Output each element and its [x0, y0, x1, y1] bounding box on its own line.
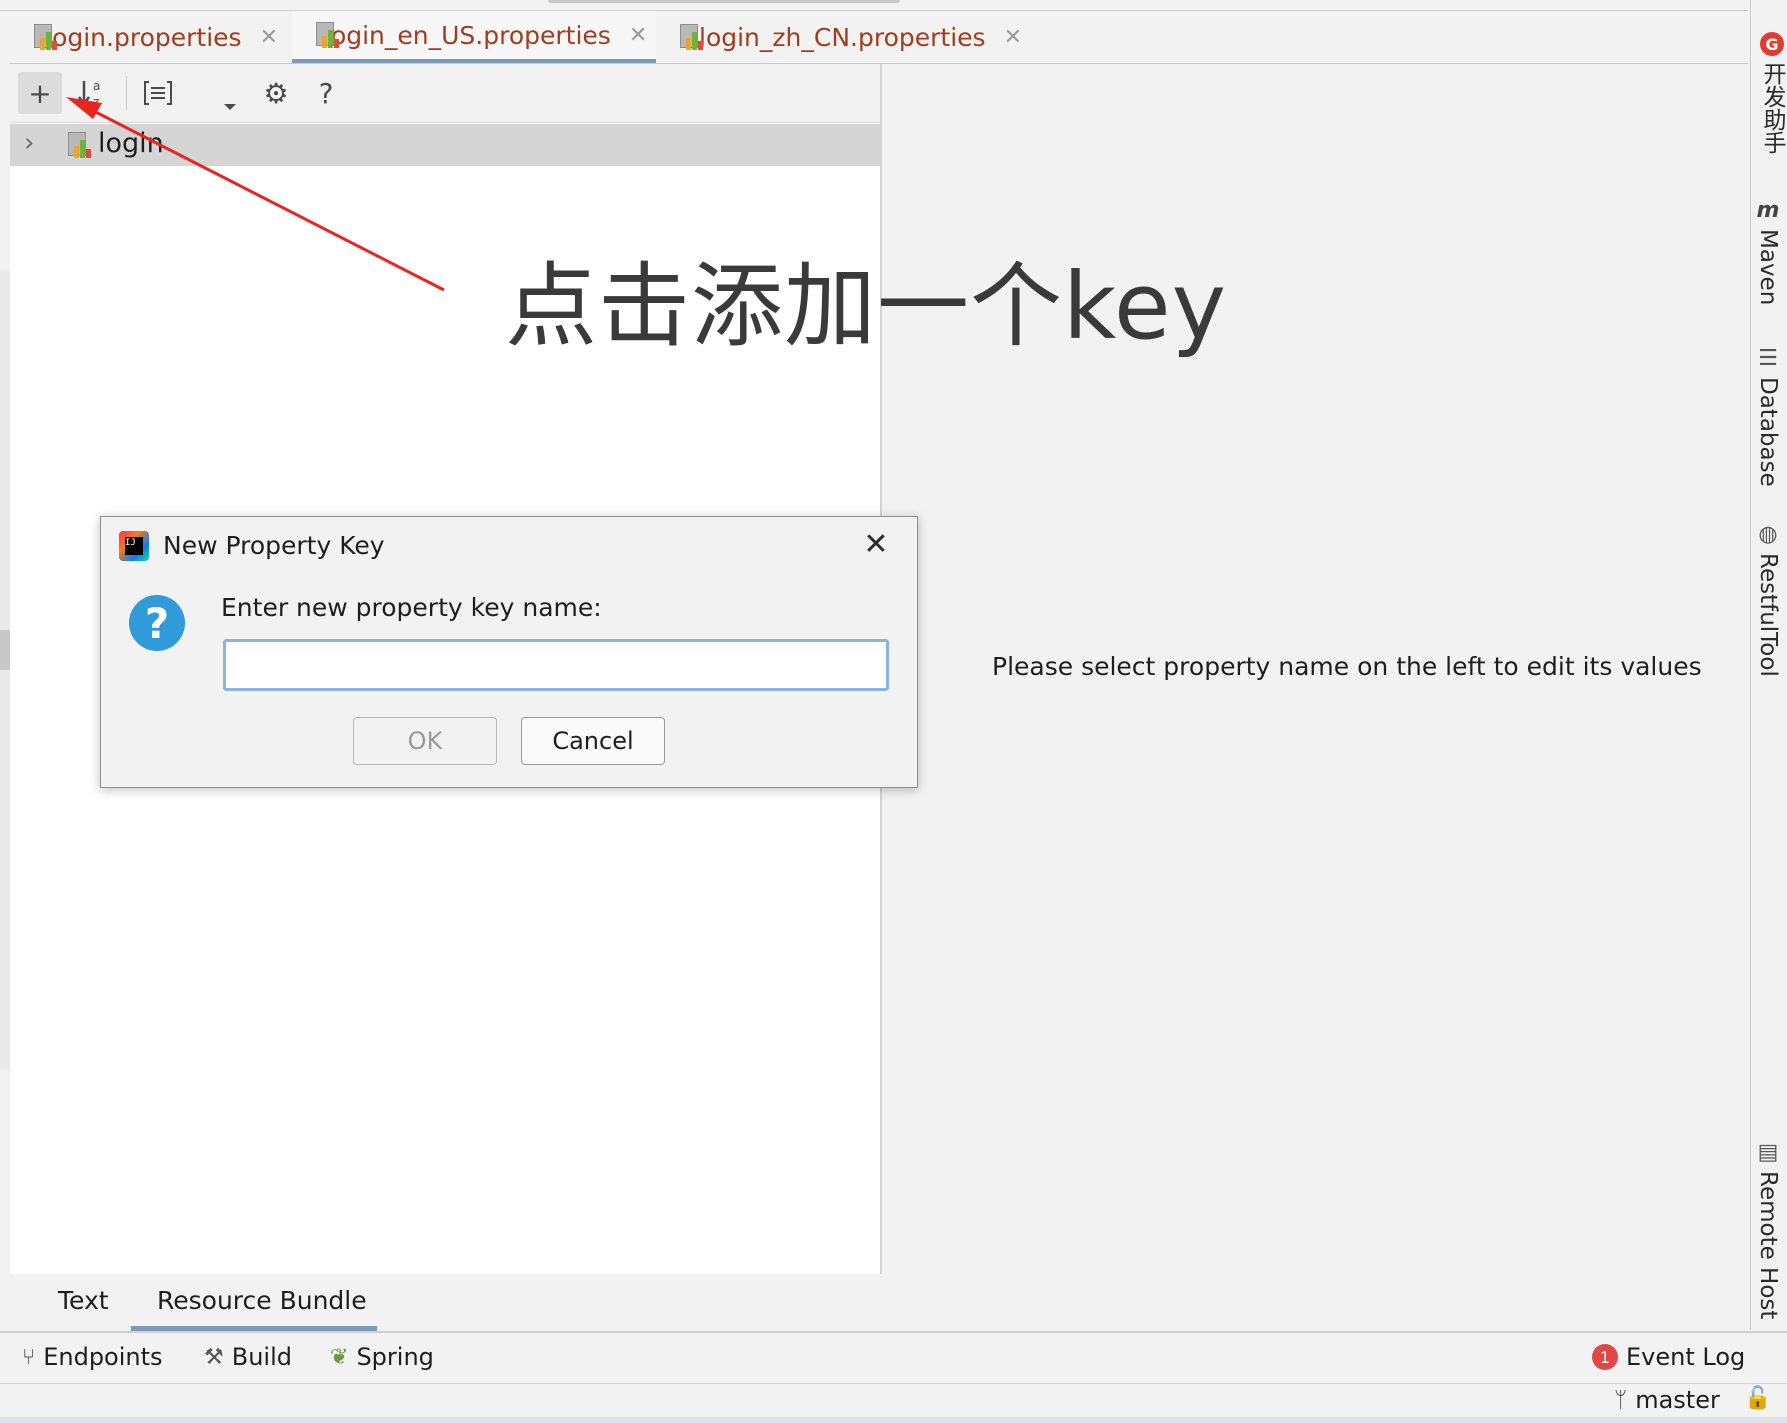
- sidebar-remote-host[interactable]: ▤ Remote Host: [1755, 1140, 1781, 1319]
- scrollbar-indicator: [548, 0, 900, 3]
- tool-window-bar: ⑂ Endpoints ⚒ Build ❦ Spring 1 Event Log: [0, 1333, 1787, 1384]
- sidebar-label: Remote Host: [1755, 1171, 1781, 1320]
- left-gutter: [0, 270, 10, 1070]
- sidebar-database[interactable]: ☰ Database: [1755, 346, 1781, 487]
- sidebar-label: 开发助手: [1759, 62, 1785, 154]
- tool-label: Spring: [356, 1343, 434, 1371]
- tab-label: login_en_US.properties: [324, 20, 611, 50]
- sidebar-label: RestfulTool: [1755, 553, 1781, 677]
- add-property-button[interactable]: +: [18, 72, 62, 114]
- branch-name: master: [1635, 1386, 1720, 1414]
- close-dialog-button[interactable]: ✕: [853, 523, 899, 565]
- tab-label: login.properties: [45, 22, 242, 52]
- sidebar-restfultool[interactable]: ◍ RestfulTool: [1755, 522, 1781, 677]
- tab-resource-bundle[interactable]: Resource Bundle: [157, 1286, 367, 1315]
- remote-host-icon: ▤: [1757, 1140, 1779, 1165]
- resource-bundle-icon: [66, 132, 92, 158]
- window-top-strip: [0, 0, 1748, 11]
- lock-toggle[interactable]: 🔓: [1744, 1386, 1771, 1411]
- sidebar-label: Database: [1755, 377, 1781, 487]
- ok-button[interactable]: OK: [353, 717, 497, 765]
- event-count-badge: 1: [1592, 1344, 1618, 1370]
- build-tool-button[interactable]: ⚒ Build: [204, 1343, 292, 1371]
- git-branch-widget[interactable]: ᛘ master: [1614, 1386, 1720, 1414]
- cancel-button[interactable]: Cancel: [521, 717, 665, 765]
- dropdown-arrow-button[interactable]: [208, 72, 252, 114]
- git-branch-icon: ᛘ: [1614, 1387, 1628, 1413]
- gear-icon: ⚙: [263, 76, 289, 110]
- close-icon: ✕: [863, 526, 889, 562]
- spring-tool-button[interactable]: ❦ Spring: [330, 1343, 434, 1371]
- tab-login-en-us-properties[interactable]: login_en_US.properties ✕: [292, 11, 656, 63]
- maven-icon: m: [1756, 198, 1780, 223]
- tab-login-zh-cn-properties[interactable]: login_zh_CN.properties ✕: [656, 11, 1036, 63]
- endpoints-tool-button[interactable]: ⑂ Endpoints: [22, 1343, 163, 1371]
- tool-label: Event Log: [1626, 1343, 1746, 1371]
- gutter-thumb[interactable]: [0, 630, 10, 670]
- database-icon: ☰: [1758, 346, 1778, 371]
- hammer-icon: ⚒: [204, 1344, 224, 1370]
- sort-alphabetically-button[interactable]: a z: [70, 72, 114, 114]
- sidebar-developer-assistant[interactable]: G 开发助手: [1755, 32, 1787, 154]
- editor-tab-bar: login.properties ✕ login_en_US.propertie…: [10, 11, 1748, 64]
- svg-text:z: z: [93, 95, 99, 109]
- sidebar-maven[interactable]: m Maven: [1755, 198, 1781, 305]
- expand-chevron-icon[interactable]: ›: [24, 128, 34, 158]
- endpoints-icon: ⑂: [22, 1344, 36, 1370]
- property-key-input[interactable]: [223, 639, 889, 691]
- developer-assistant-icon: G: [1760, 32, 1784, 56]
- help-button[interactable]: ?: [304, 72, 348, 114]
- svg-text:a: a: [93, 79, 100, 93]
- status-bar-bottom-edge: [0, 1417, 1787, 1423]
- spring-leaf-icon: ❦: [330, 1344, 349, 1370]
- question-icon: ?: [129, 595, 185, 651]
- group-by-prefix-button[interactable]: [136, 72, 180, 114]
- dialog-prompt: Enter new property key name:: [221, 593, 602, 622]
- new-property-key-dialog: IJ New Property Key ✕ ? Enter new proper…: [100, 516, 918, 788]
- status-bar: ᛘ master 🔓: [0, 1384, 1787, 1423]
- bundle-toolbar: + a z ⚙ ?: [10, 64, 880, 123]
- tree-row-login[interactable]: › login: [10, 124, 880, 166]
- sidebar-label: Maven: [1755, 229, 1781, 306]
- globe-icon: ◍: [1758, 522, 1778, 547]
- close-tab-icon[interactable]: ✕: [1004, 25, 1022, 50]
- properties-file-icon: [678, 24, 703, 50]
- tab-text[interactable]: Text: [58, 1286, 109, 1315]
- tab-login-properties[interactable]: login.properties ✕: [10, 11, 292, 63]
- intellij-app-icon: IJ: [119, 531, 149, 561]
- chevron-down-icon: [224, 104, 236, 110]
- dialog-title: New Property Key: [163, 531, 385, 560]
- toolbar-separator: [126, 76, 127, 110]
- close-tab-icon[interactable]: ✕: [629, 23, 647, 48]
- close-tab-icon[interactable]: ✕: [260, 25, 278, 50]
- editor-placeholder-text: Please select property name on the left …: [992, 652, 1702, 681]
- tree-node-label: login: [98, 128, 164, 159]
- properties-file-icon: [32, 24, 57, 50]
- group-icon: [144, 81, 172, 105]
- tool-label: Build: [231, 1343, 292, 1371]
- question-mark-icon: ?: [318, 76, 334, 110]
- unlock-icon: 🔓: [1744, 1386, 1772, 1411]
- settings-button[interactable]: ⚙: [254, 72, 298, 114]
- event-log-tool-button[interactable]: 1 Event Log: [1592, 1343, 1745, 1371]
- bundle-editor-bottom-tabs: Text Resource Bundle: [10, 1276, 880, 1330]
- right-tool-sidebar: G 开发助手 m Maven ☰ Database ◍ RestfulTool …: [1750, 0, 1787, 1330]
- tab-label: login_zh_CN.properties: [699, 22, 986, 52]
- tool-label: Endpoints: [43, 1343, 163, 1371]
- sort-az-icon: a z: [77, 79, 100, 109]
- annotation-caption: 点击添加一个key: [505, 253, 1228, 360]
- plus-icon: +: [28, 76, 52, 110]
